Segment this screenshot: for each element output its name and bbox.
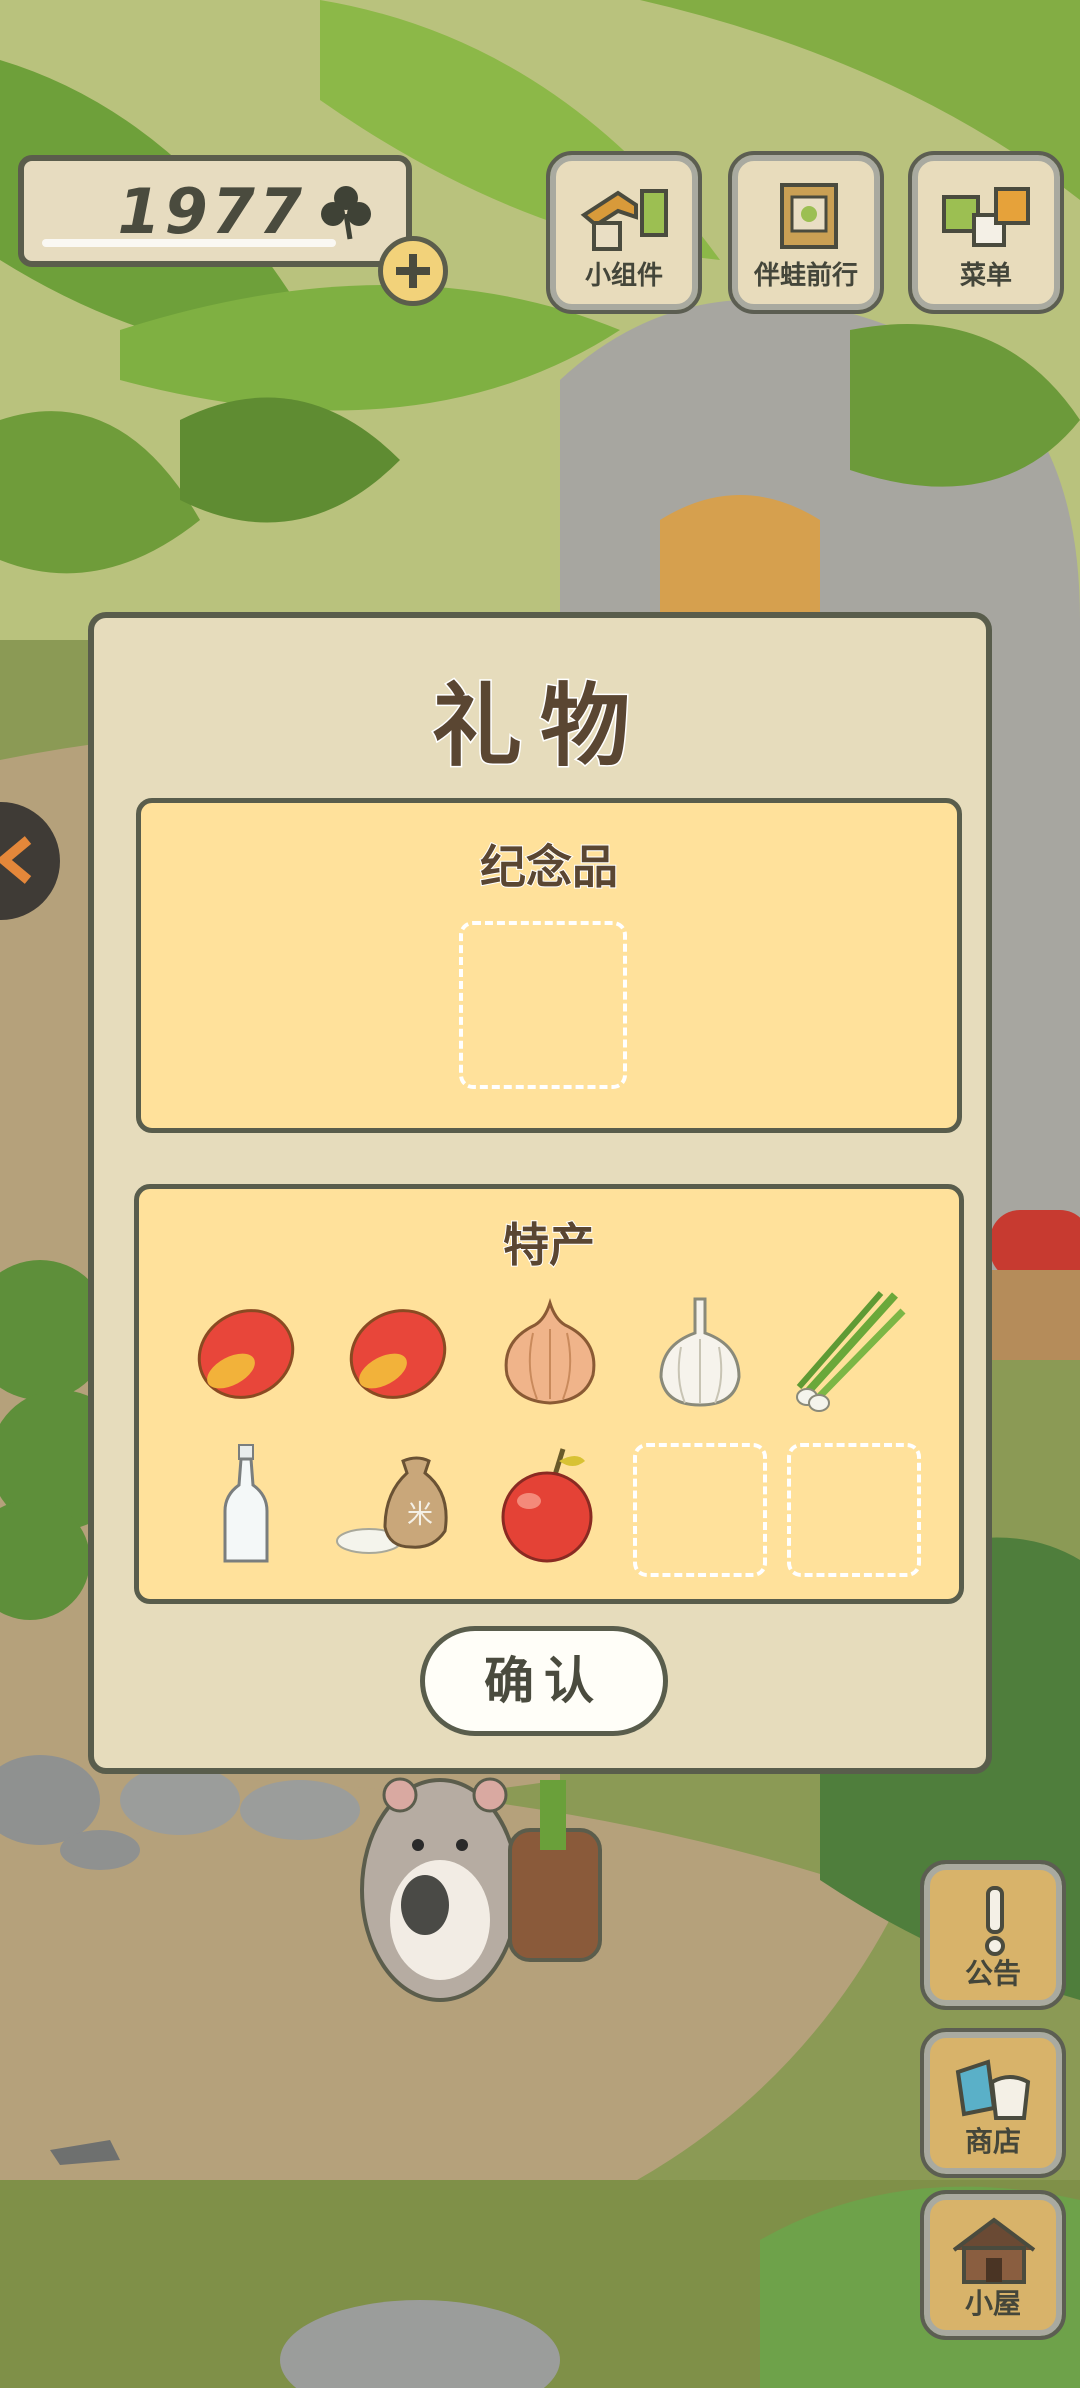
- menu-label: 菜单: [959, 261, 1012, 291]
- widget-button[interactable]: 小组件: [546, 151, 702, 314]
- widget-label: 小组件: [584, 261, 663, 291]
- album-button[interactable]: 伴蛙前行: [728, 151, 884, 314]
- shop-label: 商店: [964, 2125, 1021, 2158]
- chevron-left-icon: [0, 836, 32, 884]
- rice-sack-icon[interactable]: 米: [333, 1437, 463, 1567]
- specialty-slot-empty[interactable]: [787, 1443, 921, 1577]
- garlic-icon[interactable]: [635, 1289, 765, 1419]
- clover-counter: 1977: [18, 155, 412, 267]
- mango-icon[interactable]: [333, 1289, 463, 1419]
- gift-dialog: 礼物 纪念品 特产 米 确认: [88, 612, 992, 1774]
- onion-icon[interactable]: [485, 1289, 615, 1419]
- shop-button[interactable]: 商店: [920, 2028, 1066, 2178]
- plus-icon: [396, 254, 430, 288]
- clover-bar: [42, 239, 336, 247]
- clover-count: 1977: [117, 175, 306, 248]
- specialty-slot-empty[interactable]: [633, 1443, 767, 1577]
- menu-button[interactable]: 菜单: [908, 151, 1064, 314]
- apple-icon[interactable]: [485, 1441, 615, 1571]
- menu-cards-icon: [942, 187, 1030, 247]
- souvenir-title: 纪念品: [479, 839, 619, 895]
- souvenir-slot-empty[interactable]: [459, 921, 627, 1089]
- house-button[interactable]: 小屋: [920, 2190, 1066, 2340]
- album-label: 伴蛙前行: [753, 261, 858, 291]
- house-icon: [952, 2217, 1036, 2284]
- house-label: 小屋: [964, 2287, 1021, 2320]
- mango-icon[interactable]: [181, 1289, 311, 1419]
- notice-label: 公告: [964, 1957, 1021, 1990]
- notice-button[interactable]: 公告: [920, 1860, 1066, 2010]
- rice-sack-text: 米: [407, 1500, 433, 1530]
- album-icon: [780, 183, 838, 249]
- clover-icon: [321, 186, 371, 240]
- add-clover-button[interactable]: [378, 236, 448, 306]
- souvenir-panel: 纪念品: [136, 798, 962, 1133]
- exclamation-icon: [985, 1886, 1005, 1956]
- green-onion-icon[interactable]: [785, 1285, 915, 1415]
- specialty-title: 特产: [502, 1217, 596, 1273]
- shop-bags-icon: [955, 2059, 1031, 2120]
- widget-icon: [580, 189, 668, 251]
- bottle-icon[interactable]: [181, 1441, 311, 1571]
- confirm-button[interactable]: 确认: [420, 1626, 668, 1736]
- dialog-title: 礼物: [431, 673, 648, 781]
- specialty-panel: 特产 米: [134, 1184, 964, 1604]
